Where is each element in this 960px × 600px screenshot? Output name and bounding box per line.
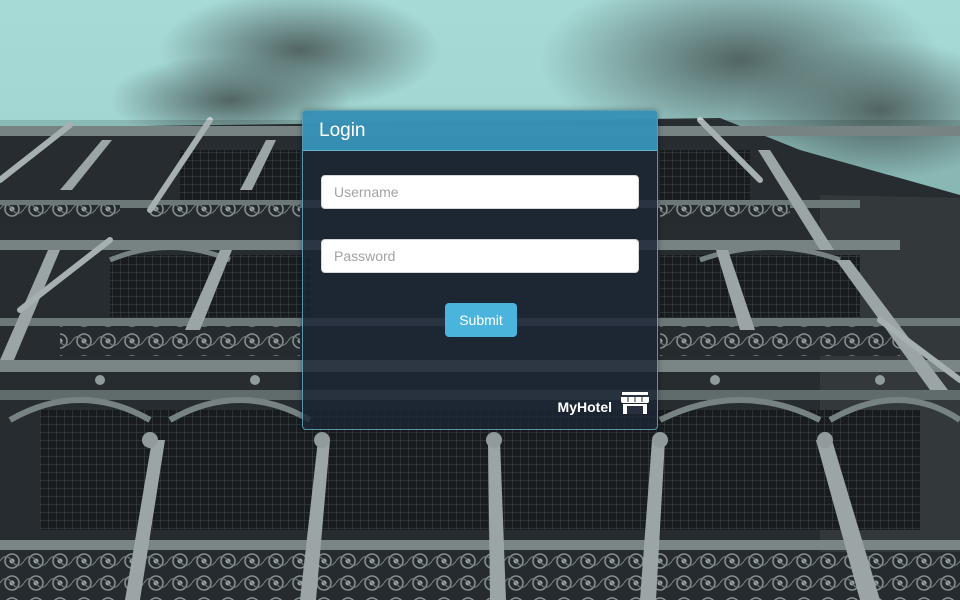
storefront-icon xyxy=(621,391,649,415)
brand-name: MyHotel xyxy=(557,399,612,415)
login-title: Login xyxy=(319,119,366,141)
login-header: Login xyxy=(303,111,657,151)
username-input[interactable] xyxy=(321,175,639,209)
password-input[interactable] xyxy=(321,239,639,273)
brand: MyHotel xyxy=(558,391,649,415)
submit-button[interactable]: Submit xyxy=(445,303,517,337)
login-panel: Login Submit MyHotel xyxy=(302,110,658,430)
